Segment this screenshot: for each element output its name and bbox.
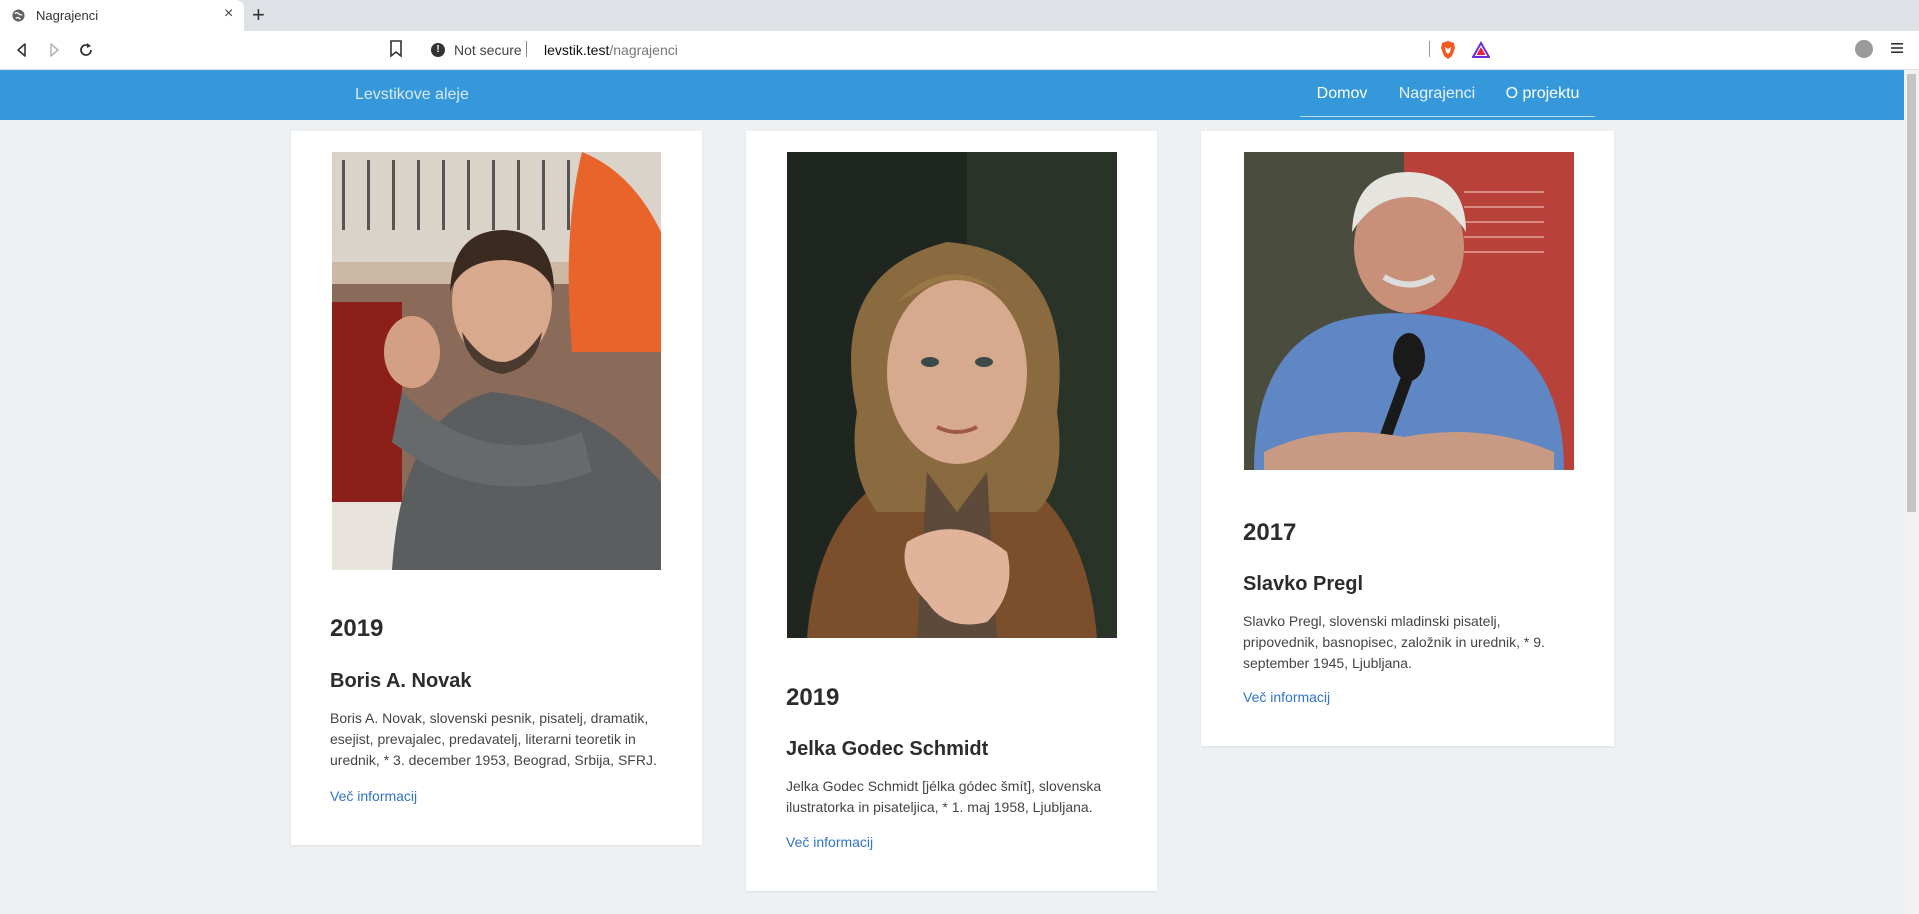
laureate-description: Slavko Pregl, slovenski mladinski pisate… [1243, 613, 1545, 671]
page-scrollbar[interactable] [1904, 70, 1919, 914]
more-info-link[interactable]: Več informacij [1243, 689, 1330, 705]
brave-shield-icon[interactable] [1439, 40, 1457, 60]
portrait-image [332, 152, 661, 570]
laureate-year: 2017 [1243, 519, 1297, 546]
portrait-image [787, 152, 1117, 638]
divider [526, 41, 527, 57]
laureate-description: Jelka Godec Schmidt [jélka gódec šmít], … [786, 778, 1102, 815]
nav-link-domov[interactable]: Domov [1300, 70, 1384, 117]
tab-close-icon[interactable]: × [224, 6, 233, 22]
laureate-card: 2019 Jelka Godec Schmidt Jelka Godec Sch… [746, 131, 1157, 891]
nav-link-o-projektu[interactable]: O projektu [1490, 70, 1595, 117]
url-host: levstik.test [544, 42, 610, 58]
browser-tab[interactable]: Nagrajenci × [0, 0, 244, 31]
laureate-year: 2019 [330, 615, 384, 642]
site-navbar: Levstikove aleje Domov Nagrajenci O proj… [0, 70, 1919, 120]
url-text: levstik.test/nagrajenci [544, 42, 678, 58]
back-icon[interactable] [13, 41, 31, 59]
security-label: Not secure [454, 42, 522, 58]
new-tab-icon[interactable]: + [252, 3, 265, 27]
globe-icon [12, 9, 25, 22]
profile-icon[interactable] [1855, 40, 1873, 58]
laureate-photo [332, 152, 661, 570]
url-path: /nagrajenci [609, 42, 678, 58]
info-icon[interactable]: ! [431, 43, 445, 57]
more-info-link[interactable]: Več informacij [330, 788, 417, 804]
rewards-triangle-icon[interactable] [1472, 41, 1490, 59]
laureate-name: Boris A. Novak [330, 670, 472, 692]
bookmark-icon[interactable] [389, 40, 403, 58]
portrait-image [1244, 152, 1574, 470]
laureate-name: Jelka Godec Schmidt [786, 738, 989, 760]
scrollbar-thumb[interactable] [1907, 74, 1916, 512]
nav-link-nagrajenci[interactable]: Nagrajenci [1384, 70, 1490, 117]
laureate-card: 2019 Boris A. Novak Boris A. Novak, slov… [291, 131, 702, 845]
reload-icon[interactable] [77, 41, 95, 59]
laureate-description: Boris A. Novak, slovenski pesnik, pisate… [330, 710, 657, 768]
more-info-link[interactable]: Več informacij [786, 834, 873, 850]
tab-title: Nagrajenci [36, 8, 99, 23]
laureate-year: 2019 [786, 684, 840, 711]
divider [1429, 41, 1430, 57]
menu-icon[interactable] [1890, 41, 1904, 55]
site-brand[interactable]: Levstikove aleje [355, 86, 469, 104]
browser-toolbar: ! Not secure levstik.test/nagrajenci [0, 31, 1919, 70]
laureate-photo [1244, 152, 1574, 470]
laureate-name: Slavko Pregl [1243, 573, 1364, 595]
address-bar[interactable]: ! Not secure levstik.test/nagrajenci [419, 35, 1498, 64]
forward-icon[interactable] [45, 41, 63, 59]
laureate-card: 2017 Slavko Pregl Slavko Pregl, slovensk… [1201, 131, 1614, 746]
laureate-photo [787, 152, 1117, 638]
browser-tab-bar: Nagrajenci × + [0, 0, 1919, 31]
